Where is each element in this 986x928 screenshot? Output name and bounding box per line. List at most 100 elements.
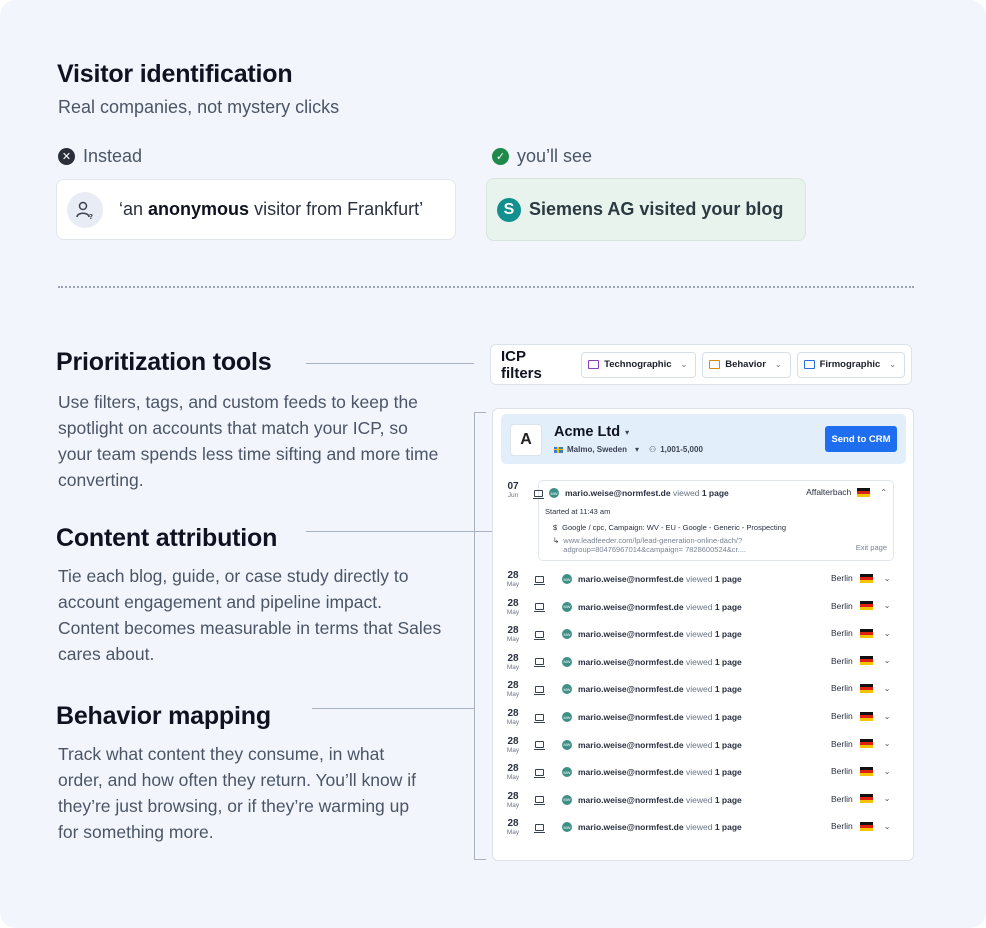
germany-flag-icon <box>859 739 873 749</box>
visitor-email: mario.weise@normfest.de <box>578 822 684 833</box>
account-name: Acme Ltd <box>554 424 621 440</box>
avatar: MW <box>562 601 572 612</box>
avatar: MW <box>562 822 572 833</box>
caret-down-icon: ▾ <box>635 445 640 454</box>
visitor-email: mario.weise@normfest.de <box>565 488 671 498</box>
chevron-down-icon: ⌄ <box>774 360 782 369</box>
chevron-down-icon[interactable]: ⌄ <box>884 601 891 610</box>
avatar: MW <box>562 684 572 695</box>
chevron-down-icon[interactable]: ⌄ <box>884 794 891 803</box>
laptop-icon <box>534 713 545 723</box>
redirect-arrow-icon: ↳ <box>553 536 560 545</box>
visit-date: 28 May <box>506 652 520 671</box>
anonymous-user-icon: ? <box>67 191 103 228</box>
visitor-email: mario.weise@normfest.de <box>578 794 684 805</box>
table-row[interactable]: 28 May MW mario.weise@normfest.de viewed 1 … <box>493 818 913 840</box>
visitor-email: mario.weise@normfest.de <box>578 712 684 722</box>
table-row[interactable]: 28 May MW mario.weise@normfest.de viewed 1 … <box>493 791 913 813</box>
technographic-filter[interactable]: Technographic ⌄ <box>581 351 697 378</box>
visit-url-line[interactable]: www.leadfeeder.com/lp/lead-generation-on… <box>563 536 746 545</box>
table-row[interactable]: 28 May MW mario.weise@normfest.de viewed 1 … <box>493 680 913 702</box>
visit-city: Affalterbach <box>806 487 852 497</box>
close-icon: ✕ <box>58 148 75 165</box>
behavior-mapping-body: Track what content they consume, in what… <box>58 744 417 842</box>
table-row[interactable]: 28 May MW mario.weise@normfest.de viewed 1 … <box>493 570 913 592</box>
avatar: MW <box>562 629 572 640</box>
germany-flag-icon <box>859 766 873 776</box>
content-attribution-title: Content attribution <box>56 524 278 552</box>
avatar: MW <box>562 712 572 722</box>
germany-flag-icon <box>857 487 871 497</box>
visit-city: Berlin <box>831 766 853 777</box>
avatar: MW <box>562 794 572 805</box>
visit-city: Berlin <box>831 793 853 804</box>
account-meta: Malmo, Sweden ▾ ⚇ 1,001-5,000 <box>554 445 703 454</box>
visit-date: 28 May <box>506 597 520 616</box>
chevron-down-icon[interactable]: ⌄ <box>884 767 891 776</box>
visitor-subtitle: Real companies, not mystery clicks <box>58 97 340 117</box>
send-to-crm-button[interactable]: Send to CRM <box>825 426 897 452</box>
laptop-icon <box>534 741 545 751</box>
chevron-down-icon[interactable]: ⌄ <box>884 712 891 721</box>
section-divider <box>58 286 914 288</box>
table-row[interactable]: 28 May MW mario.weise@normfest.de viewed 1 … <box>493 708 913 730</box>
see-text: you’ll see <box>517 146 593 166</box>
chevron-down-icon[interactable]: ⌄ <box>884 822 891 831</box>
sweden-flag-icon <box>554 446 563 453</box>
visit-city: Berlin <box>831 655 853 666</box>
chevron-up-icon[interactable]: ⌃ <box>880 488 887 497</box>
exit-page-label: Exit page <box>855 543 887 552</box>
visit-city: Berlin <box>831 821 853 832</box>
account-header: A Acme Ltd ▾ Malmo, Sweden ▾ ⚇ 1,001-5,0… <box>501 414 906 464</box>
visitor-email: mario.weise@normfest.de <box>578 656 684 667</box>
chevron-down-icon[interactable]: ⌄ <box>884 656 891 665</box>
laptop-icon <box>534 685 545 695</box>
avatar: MW <box>562 767 572 778</box>
avatar: MW <box>562 739 572 750</box>
visit-feed-panel: A Acme Ltd ▾ Malmo, Sweden ▾ ⚇ 1,001-5,0… <box>492 408 914 861</box>
chevron-down-icon: ⌄ <box>889 360 896 369</box>
firmographic-icon <box>803 360 815 369</box>
behavior-filter[interactable]: Behavior ⌄ <box>702 351 791 378</box>
technographic-icon <box>588 360 600 369</box>
table-row[interactable]: 28 May MW mario.weise@normfest.de viewed 1 … <box>493 763 913 785</box>
table-row[interactable]: 28 May MW mario.weise@normfest.de viewed 1 … <box>493 736 913 758</box>
visitor-email: mario.weise@normfest.de <box>578 767 684 778</box>
prioritization-title: Prioritization tools <box>56 348 272 376</box>
feature-card: Visitor identification Real companies, n… <box>0 0 986 928</box>
chevron-down-icon[interactable]: ⌄ <box>884 574 891 583</box>
visit-date: 28 May <box>506 818 520 837</box>
visitor-email: mario.weise@normfest.de <box>578 601 684 612</box>
icp-filters-bar: ICP filters Technographic ⌄ Behavior ⌄ F… <box>490 344 912 385</box>
germany-flag-icon <box>859 683 873 693</box>
account-location: Malmo, Sweden <box>567 445 628 454</box>
firmographic-filter[interactable]: Firmographic ⌄ <box>796 351 905 378</box>
table-row[interactable]: 28 May MW mario.weise@normfest.de viewed 1 … <box>493 653 913 675</box>
expanded-visit-date: 07 Jun <box>507 481 519 499</box>
svg-text:?: ? <box>89 213 93 220</box>
visitor-email: mario.weise@normfest.de <box>578 574 684 584</box>
table-row[interactable]: 28 May MW mario.weise@normfest.de viewed 1 … <box>493 598 913 620</box>
prioritization-body: Use filters, tags, and custom feeds to k… <box>58 392 439 490</box>
visit-date: 28 May <box>506 763 520 782</box>
visit-city: Berlin <box>831 600 853 611</box>
see-label: ✓ you’ll see <box>492 146 592 167</box>
visit-city: Berlin <box>831 573 853 583</box>
visit-date: 28 May <box>506 680 520 699</box>
visit-date: 28 May <box>506 790 520 809</box>
visit-source: Google / cpc, Campaign: WV - EU - Google… <box>562 523 787 532</box>
expanded-visit-card[interactable]: MW mario.weise@normfest.de viewed 1 page… <box>533 480 894 561</box>
table-row[interactable]: 28 May MW mario.weise@normfest.de viewed 1 … <box>493 625 913 647</box>
chevron-down-icon[interactable]: ⌄ <box>884 629 891 638</box>
behavior-icon <box>709 360 721 369</box>
visit-url-line[interactable]: adgroup=80476967014&campaign= 7828600524… <box>563 545 746 554</box>
chevron-down-icon[interactable]: ⌄ <box>884 739 891 748</box>
identified-visitor-box: S Siemens AG visited your blog <box>486 178 806 241</box>
behavior-mapping-title: Behavior mapping <box>56 702 271 730</box>
laptop-icon <box>534 658 545 668</box>
laptop-icon <box>534 768 545 778</box>
connector-line <box>306 363 474 364</box>
check-icon: ✓ <box>492 148 509 165</box>
chevron-down-icon[interactable]: ⌄ <box>884 684 891 693</box>
account-name-dropdown[interactable]: Acme Ltd ▾ <box>554 424 629 440</box>
